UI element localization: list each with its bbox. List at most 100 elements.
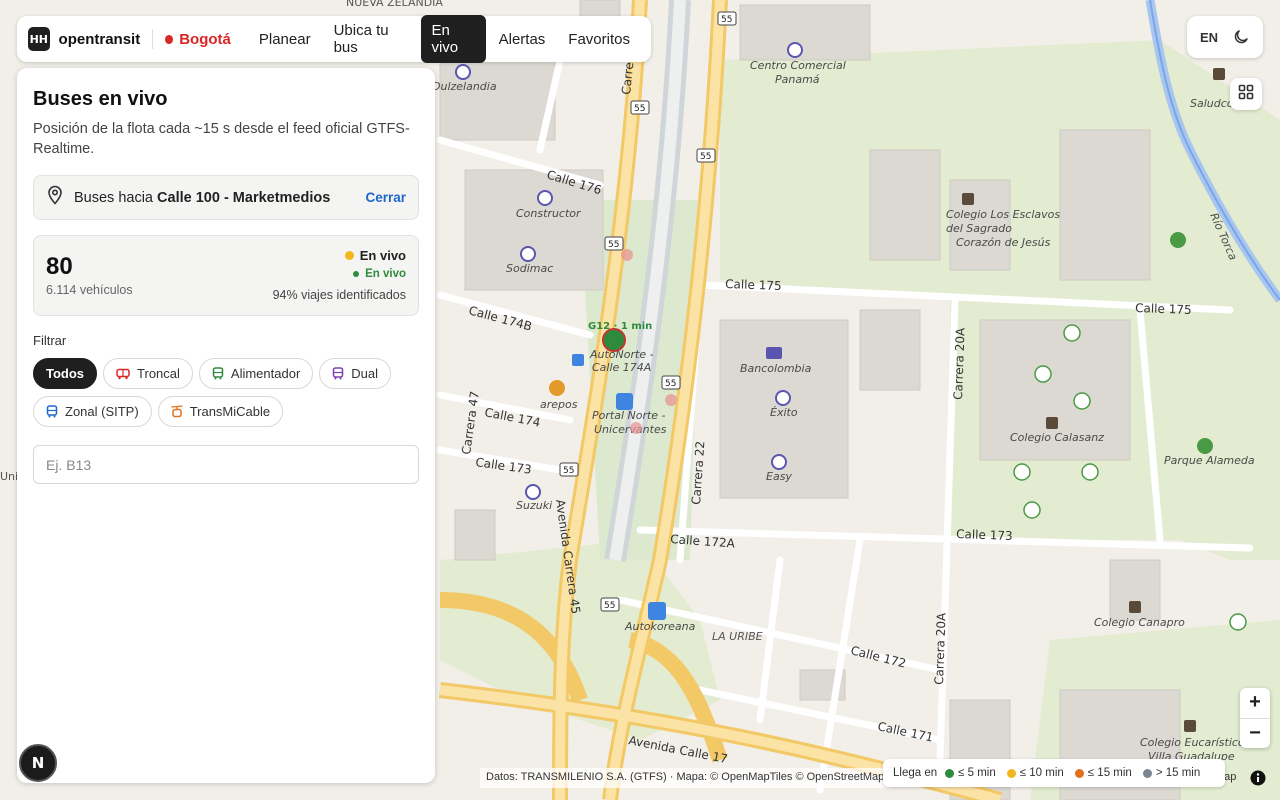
chip-alimentador[interactable]: Alimentador	[198, 358, 314, 389]
svg-text:AutoNorte -: AutoNorte -	[589, 348, 654, 361]
svg-text:Corazón de Jesús: Corazón de Jesús	[956, 236, 1051, 249]
legend-label: ≤ 5 min	[958, 767, 996, 779]
chip-label: Troncal	[137, 366, 180, 381]
svg-text:55: 55	[634, 104, 645, 114]
svg-text:Dulzelandia: Dulzelandia	[432, 80, 497, 93]
svg-text:Sodimac: Sodimac	[506, 262, 553, 275]
layers-icon	[1238, 84, 1254, 105]
route-search-input[interactable]	[33, 445, 419, 484]
live-status: En vivo	[344, 248, 406, 263]
svg-text:Saludco: Saludco	[1190, 97, 1234, 110]
fleet-stats: 80 6.114 vehículos En vivo En vivo 94% v…	[33, 235, 419, 316]
chip-troncal[interactable]: Troncal	[103, 358, 193, 389]
zoom-in-button[interactable]: +	[1240, 688, 1270, 719]
chip-label: Dual	[351, 366, 379, 381]
panel-title: Buses en vivo	[33, 88, 168, 110]
svg-text:Colegio Los Esclavos: Colegio Los Esclavos	[946, 208, 1060, 221]
nav-item-en-vivo[interactable]: En vivo	[421, 15, 486, 63]
nav-divider	[152, 29, 154, 49]
language-toggle[interactable]: EN	[1200, 30, 1218, 45]
live-substatus: En vivo	[353, 268, 406, 280]
live-status-label: En vivo	[359, 248, 406, 263]
svg-text:Colegio Calasanz: Colegio Calasanz	[1010, 431, 1104, 444]
legend-dot-icon	[945, 768, 955, 778]
svg-text:Carrera 20A: Carrera 20A	[951, 327, 968, 400]
city-selector[interactable]: Bogotá	[179, 31, 231, 48]
chip-zonal-sitp[interactable]: Zonal (SITP)	[33, 396, 152, 427]
svg-text:Calle 175: Calle 175	[1135, 301, 1192, 317]
legend-title: Llega en	[893, 767, 938, 779]
troncal-bus-icon	[116, 368, 130, 380]
close-destination-button[interactable]: Cerrar	[365, 190, 406, 205]
svg-text:Autokoreana: Autokoreana	[624, 620, 696, 633]
top-nav: HH opentransit Bogotá Planear Ubica tu b…	[17, 15, 651, 63]
svg-text:Colegio Eucarístico: Colegio Eucarístico	[1140, 736, 1245, 749]
nav-item-alertas[interactable]: Alertas	[489, 24, 556, 55]
svg-text:Carrera 20A: Carrera 20A	[932, 612, 949, 685]
chip-label: Todos	[46, 366, 85, 381]
chip-todos[interactable]: Todos	[33, 358, 98, 389]
legend-item: ≤ 10 min	[1006, 767, 1064, 779]
svg-text:Calle 175: Calle 175	[725, 277, 782, 293]
bus-marker-label: G12 · 1 min	[588, 321, 652, 332]
next-devtools-badge[interactable]: N	[19, 744, 57, 782]
attribution-text[interactable]: Datos: TRANSMILENIO S.A. (GTFS) · Mapa: …	[486, 771, 884, 783]
legend-dot-icon	[1074, 768, 1084, 778]
live-buses-panel: Buses en vivo Posición de la flota cada …	[17, 68, 435, 783]
trips-identified: 94% viajes identificados	[272, 288, 406, 302]
svg-text:55: 55	[700, 152, 711, 162]
panel-description: Posición de la flota cada ~15 s desde el…	[33, 121, 410, 157]
chip-label: Zonal (SITP)	[65, 404, 139, 419]
legend-dot-icon	[1142, 768, 1152, 778]
chip-transmicable[interactable]: TransMiCable	[157, 396, 284, 427]
filter-chips: Todos Troncal Alimentador Dual Zonal (SI…	[33, 358, 413, 427]
svg-text:arepos: arepos	[540, 398, 578, 411]
svg-text:Constructor: Constructor	[516, 207, 582, 220]
chip-label: TransMiCable	[189, 404, 271, 419]
cable-car-icon	[171, 405, 183, 418]
svg-text:Easy: Easy	[766, 470, 792, 483]
svg-text:55: 55	[604, 601, 615, 611]
brand-name[interactable]: opentransit	[59, 31, 141, 48]
svg-text:Calle 174A: Calle 174A	[592, 361, 651, 374]
live-small-dot-icon	[353, 271, 360, 277]
svg-text:Parque Alameda: Parque Alameda	[1164, 454, 1255, 467]
nav-item-ubica-tu-bus[interactable]: Ubica tu bus	[324, 15, 419, 63]
chip-dual[interactable]: Dual	[319, 358, 392, 389]
svg-text:Colegio Canapro: Colegio Canapro	[1094, 616, 1185, 629]
destination-prefix: Buses hacia	[74, 189, 158, 206]
legend-label: > 15 min	[1155, 767, 1201, 779]
nav-item-planear[interactable]: Planear	[249, 24, 321, 55]
svg-text:del Sagrado: del Sagrado	[946, 222, 1012, 235]
arrival-legend: Llega en ≤ 5 min ≤ 10 min ≤ 15 min > 15 …	[883, 759, 1225, 787]
svg-text:Calle 173: Calle 173	[956, 527, 1013, 543]
zoom-controls: + −	[1240, 688, 1270, 748]
svg-text:55: 55	[608, 240, 619, 250]
nav-item-favoritos[interactable]: Favoritos	[558, 24, 640, 55]
destination-name: Calle 100 - Marketmedios	[157, 189, 331, 206]
svg-text:55: 55	[563, 466, 574, 476]
info-icon[interactable]	[1250, 770, 1266, 786]
moon-icon[interactable]	[1232, 28, 1250, 46]
svg-text:Portal Norte -: Portal Norte -	[592, 409, 666, 422]
svg-text:LA URIBE: LA URIBE	[712, 630, 763, 643]
svg-text:Suzuki: Suzuki	[516, 499, 552, 512]
city-dot-icon	[165, 34, 174, 44]
bus-count: 80	[46, 253, 73, 280]
destination-text: Buses hacia Calle 100 - Marketmedios	[74, 190, 365, 206]
map-attribution: Datos: TRANSMILENIO S.A. (GTFS) · Mapa: …	[480, 768, 1236, 788]
svg-text:55: 55	[721, 15, 732, 25]
legend-item: ≤ 5 min	[945, 767, 996, 779]
legend-dot-icon	[1006, 768, 1016, 778]
zoom-out-button[interactable]: −	[1240, 719, 1270, 749]
brand-logo[interactable]: HH	[28, 27, 50, 51]
svg-text:Panamá: Panamá	[775, 73, 820, 86]
zonal-bus-icon	[46, 405, 58, 418]
alimentador-bus-icon	[212, 367, 224, 380]
svg-text:Centro Comercial: Centro Comercial	[750, 59, 846, 72]
layers-button[interactable]	[1230, 78, 1262, 110]
live-substatus-label: En vivo	[365, 268, 406, 280]
legend-label: ≤ 10 min	[1019, 767, 1064, 779]
filter-label: Filtrar	[33, 333, 67, 348]
svg-text:Bancolombia: Bancolombia	[740, 362, 812, 375]
